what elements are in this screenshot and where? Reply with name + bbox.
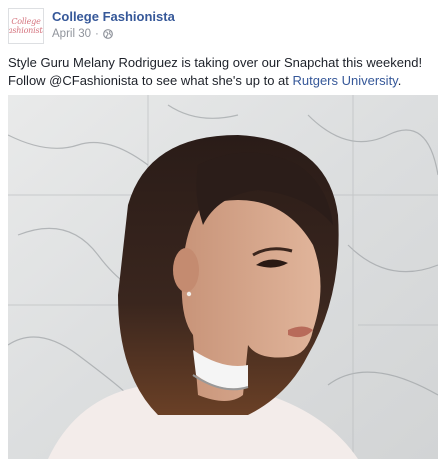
facebook-post: Collegefashionista College Fashionista A… xyxy=(0,0,445,459)
meta-separator: · xyxy=(95,28,99,40)
post-text-line2: Follow @CFashionista to see what she's u… xyxy=(8,72,438,90)
page-name-link[interactable]: College Fashionista xyxy=(52,9,175,24)
post-text-prefix: Follow @CFashionista to see what she's u… xyxy=(8,73,293,88)
page-avatar[interactable]: Collegefashionista xyxy=(8,8,44,44)
avatar-logo: Collegefashionista xyxy=(8,17,43,35)
post-text-line1: Style Guru Melany Rodriguez is taking ov… xyxy=(8,55,423,70)
globe-icon[interactable] xyxy=(102,29,113,39)
post-photo[interactable] xyxy=(8,95,438,459)
post-date[interactable]: April 30 xyxy=(52,28,91,40)
portrait-photo xyxy=(8,95,438,459)
rutgers-university-link[interactable]: Rutgers University xyxy=(292,73,397,88)
post-text-suffix: . xyxy=(397,73,402,88)
post-meta: April 30 · xyxy=(52,28,113,40)
post-text: Style Guru Melany Rodriguez is taking ov… xyxy=(8,54,438,90)
